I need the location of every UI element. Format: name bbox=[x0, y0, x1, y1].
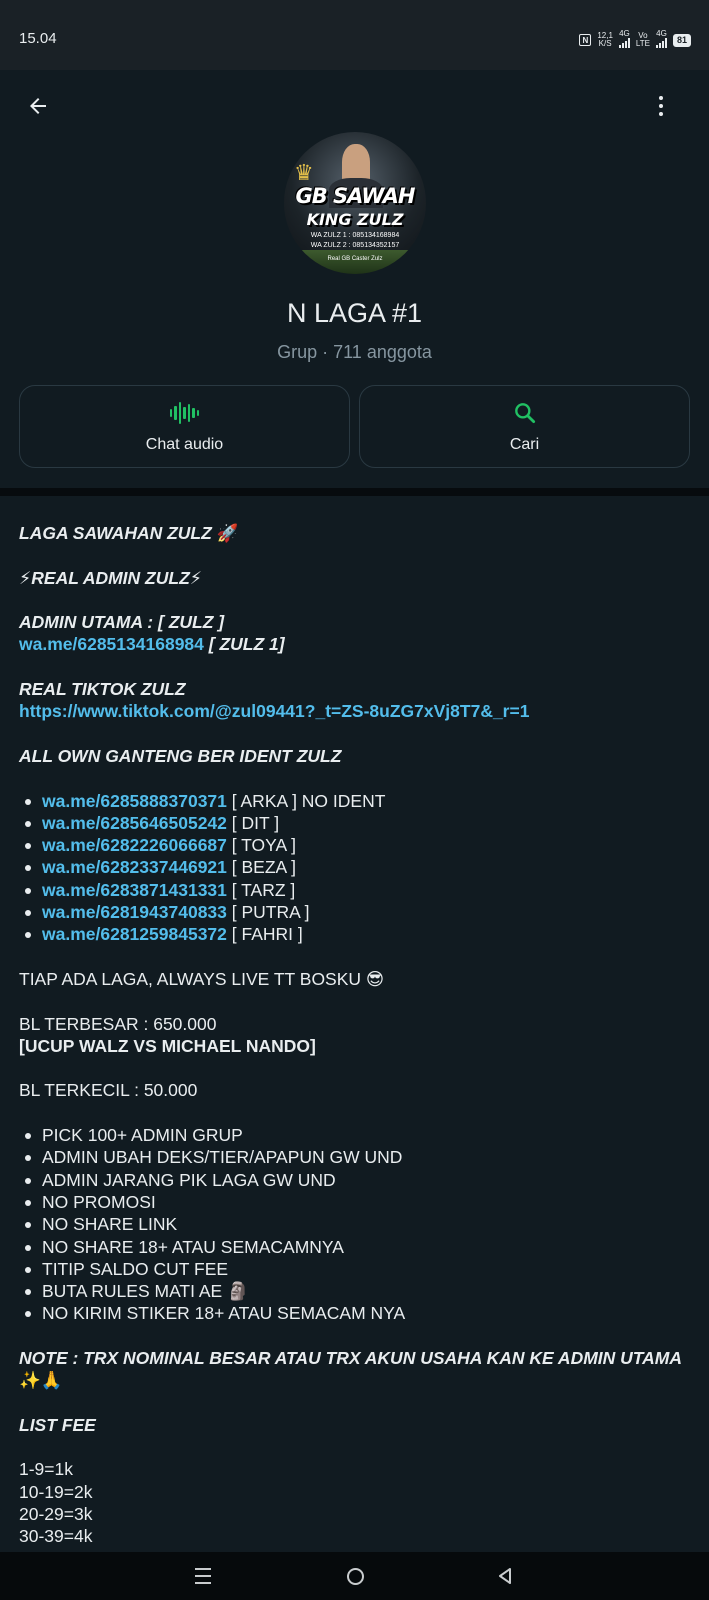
list-item: wa.me/6282226066687 [ TOYA ] bbox=[19, 834, 690, 856]
group-info-header: ♛ GB SAWAH KING ZULZ WA ZULZ 1 : 0851341… bbox=[0, 70, 709, 488]
desc-tiktok-label: REAL TIKTOK ZULZ bbox=[19, 679, 186, 700]
desc-real-admin: ⚡REAL ADMIN ZULZ⚡ bbox=[19, 567, 203, 588]
crown-icon: ♛ bbox=[294, 160, 314, 185]
list-item: ADMIN UBAH DEKS/TIER/APAPUN GW UND bbox=[19, 1146, 690, 1168]
desc-bl-terbesar-match: [UCUP WALZ VS MICHAEL NANDO] bbox=[19, 1035, 316, 1056]
avatar-line1: WA ZULZ 1 : 085134168984 bbox=[310, 232, 400, 239]
back-triangle-icon[interactable] bbox=[490, 1564, 520, 1588]
chat-audio-label: Chat audio bbox=[145, 436, 224, 453]
status-icons: N 12,1 K/S 4G Vo LTE 4G 81 bbox=[579, 30, 691, 50]
own-link[interactable]: wa.me/6285646505242 bbox=[42, 813, 227, 833]
avatar-line2: WA ZULZ 2 : 085134352157 bbox=[310, 242, 400, 249]
network-speed: 12,1 K/S bbox=[597, 31, 613, 48]
network-4g-2: 4G bbox=[655, 30, 667, 50]
own-link[interactable]: wa.me/6283871431331 bbox=[42, 880, 227, 900]
list-item: NO SHARE LINK bbox=[19, 1213, 690, 1235]
fee-item: 1-9=1k bbox=[19, 1459, 73, 1480]
desc-fee-label: LIST FEE bbox=[19, 1414, 96, 1435]
list-item: TITIP SALDO CUT FEE bbox=[19, 1258, 690, 1280]
rules-list: PICK 100+ ADMIN GRUP ADMIN UBAH DEKS/TIE… bbox=[19, 1124, 690, 1325]
group-description: LAGA SAWAHAN ZULZ 🚀 ⚡REAL ADMIN ZULZ⚡ AD… bbox=[0, 496, 709, 1552]
signal-icon bbox=[655, 38, 667, 48]
search-button[interactable]: Cari bbox=[359, 385, 690, 468]
list-item: NO SHARE 18+ ATAU SEMACAMNYA bbox=[19, 1236, 690, 1258]
list-item: PICK 100+ ADMIN GRUP bbox=[19, 1124, 690, 1146]
own-link[interactable]: wa.me/6281943740833 bbox=[42, 902, 227, 922]
list-item: wa.me/6285646505242 [ DIT ] bbox=[19, 812, 690, 834]
fee-item: 20-29=3k bbox=[19, 1504, 93, 1525]
list-item: wa.me/6283871431331 [ TARZ ] bbox=[19, 879, 690, 901]
own-link[interactable]: wa.me/6285888370371 bbox=[42, 791, 227, 811]
status-time: 15.04 bbox=[19, 30, 57, 47]
desc-bl-terkecil: BL TERKECIL : 50.000 bbox=[19, 1080, 198, 1101]
desc-live-text: TIAP ADA LAGA, ALWAYS LIVE TT BOSKU 😎 bbox=[19, 968, 385, 989]
desc-note: NOTE : TRX NOMINAL BESAR ATAU TRX AKUN U… bbox=[19, 1347, 683, 1391]
list-item: wa.me/6282337446921 [ BEZA ] bbox=[19, 856, 690, 878]
list-item: NO KIRIM STIKER 18+ ATAU SEMACAM NYA bbox=[19, 1302, 690, 1324]
avatar-line3: Real GB Caster Zulz bbox=[327, 256, 383, 262]
more-options-icon[interactable] bbox=[651, 94, 671, 118]
system-nav-bar bbox=[0, 1552, 709, 1600]
nfc-icon: N bbox=[579, 34, 592, 46]
admin-utama-link[interactable]: wa.me/6285134168984 bbox=[19, 634, 204, 654]
list-item: wa.me/6285888370371 [ ARKA ] NO IDENT bbox=[19, 790, 690, 812]
fee-item: 30-39=4k bbox=[19, 1526, 93, 1547]
own-link[interactable]: wa.me/6282337446921 bbox=[42, 857, 227, 877]
status-bar: 15.04 N 12,1 K/S 4G Vo LTE 4G 81 bbox=[0, 0, 709, 70]
volte-indicator: Vo LTE bbox=[635, 31, 650, 48]
search-label: Cari bbox=[509, 436, 540, 453]
tiktok-link[interactable]: https://www.tiktok.com/@zul09441?_t=ZS-8… bbox=[19, 700, 690, 722]
group-subtitle: Grup · 711 anggota bbox=[277, 342, 432, 362]
list-item: wa.me/6281259845372 [ FAHRI ] bbox=[19, 923, 690, 945]
avatar-title-line1: GB SAWAH bbox=[295, 184, 415, 208]
back-arrow-icon[interactable] bbox=[24, 92, 52, 120]
avatar-title-line2: KING ZULZ bbox=[306, 210, 404, 229]
own-link[interactable]: wa.me/6282226066687 bbox=[42, 835, 227, 855]
home-icon[interactable] bbox=[340, 1564, 370, 1588]
battery-icon: 81 bbox=[672, 33, 691, 47]
own-link[interactable]: wa.me/6281259845372 bbox=[42, 924, 227, 944]
list-item: wa.me/6281943740833 [ PUTRA ] bbox=[19, 901, 690, 923]
fee-item: 10-19=2k bbox=[19, 1481, 93, 1502]
desc-admin-utama: ADMIN UTAMA : [ ZULZ ] bbox=[19, 612, 225, 633]
desc-admin-utama-line: wa.me/6285134168984 [ ZULZ 1] bbox=[19, 634, 285, 655]
recent-apps-icon[interactable] bbox=[188, 1564, 218, 1588]
chat-audio-button[interactable]: Chat audio bbox=[19, 385, 350, 468]
list-item: ADMIN JARANG PIK LAGA GW UND bbox=[19, 1169, 690, 1191]
section-divider bbox=[0, 488, 709, 496]
search-icon bbox=[360, 400, 689, 426]
group-avatar[interactable]: ♛ GB SAWAH KING ZULZ WA ZULZ 1 : 0851341… bbox=[284, 132, 426, 274]
signal-icon bbox=[618, 38, 630, 48]
list-item: NO PROMOSI bbox=[19, 1191, 690, 1213]
avatar-grass bbox=[284, 250, 426, 274]
group-name: N LAGA #1 bbox=[286, 298, 423, 328]
desc-title: LAGA SAWAHAN ZULZ 🚀 bbox=[19, 523, 239, 543]
list-item: BUTA RULES MATI AE 🗿 bbox=[19, 1280, 690, 1302]
desc-own-label: ALL OWN GANTENG BER IDENT ZULZ bbox=[19, 745, 342, 766]
desc-bl-terbesar: BL TERBESAR : 650.000 bbox=[19, 1013, 217, 1034]
audio-wave-icon bbox=[20, 400, 349, 426]
own-list: wa.me/6285888370371 [ ARKA ] NO IDENT wa… bbox=[19, 790, 690, 946]
network-4g-1: 4G bbox=[618, 30, 630, 50]
